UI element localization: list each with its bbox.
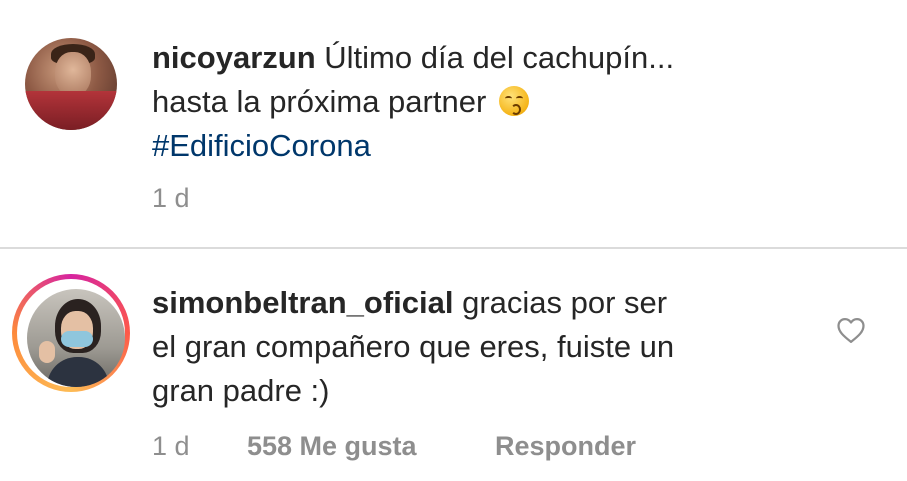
caption-line-2: hasta la próxima partner: [152, 84, 487, 119]
story-ring[interactable]: [12, 274, 130, 392]
avatar-shirt: [25, 91, 117, 130]
caption-text: nicoyarzun Último día del cachupín... ha…: [152, 36, 772, 168]
comment-username[interactable]: simonbeltran_oficial: [152, 285, 453, 320]
heart-outline-icon[interactable]: [836, 316, 866, 344]
kissing-face-emoji-icon: [498, 86, 529, 116]
avatar-simonbeltran: [27, 289, 125, 387]
caption-line-1: Último día del cachupín...: [324, 40, 675, 75]
post-timestamp: 1 d: [152, 183, 190, 213]
avatar-face: [55, 52, 91, 96]
hashtag-link[interactable]: #EdificioCorona: [152, 128, 371, 163]
caption-post: nicoyarzun Último día del cachupín... ha…: [0, 0, 907, 248]
avatar-mask: [61, 331, 93, 347]
reply-button[interactable]: Responder: [495, 431, 636, 462]
caption-username[interactable]: nicoyarzun: [152, 40, 316, 75]
avatar-hand: [39, 341, 55, 363]
avatar-nicoyarzun[interactable]: [25, 38, 117, 130]
comment-text: simonbeltran_oficial gracias por ser el …: [152, 281, 802, 413]
avatar-body: [47, 357, 109, 387]
comment-line-3: gran padre :): [152, 373, 330, 408]
comment-line-1: gracias por ser: [462, 285, 668, 320]
comment-line-2: el gran compañero que eres, fuiste un: [152, 329, 675, 364]
comment-likes-count[interactable]: 558 Me gusta: [247, 431, 417, 462]
comment-timestamp: 1 d: [152, 431, 190, 461]
comment-item: simonbeltran_oficial gracias por ser el …: [0, 249, 907, 481]
